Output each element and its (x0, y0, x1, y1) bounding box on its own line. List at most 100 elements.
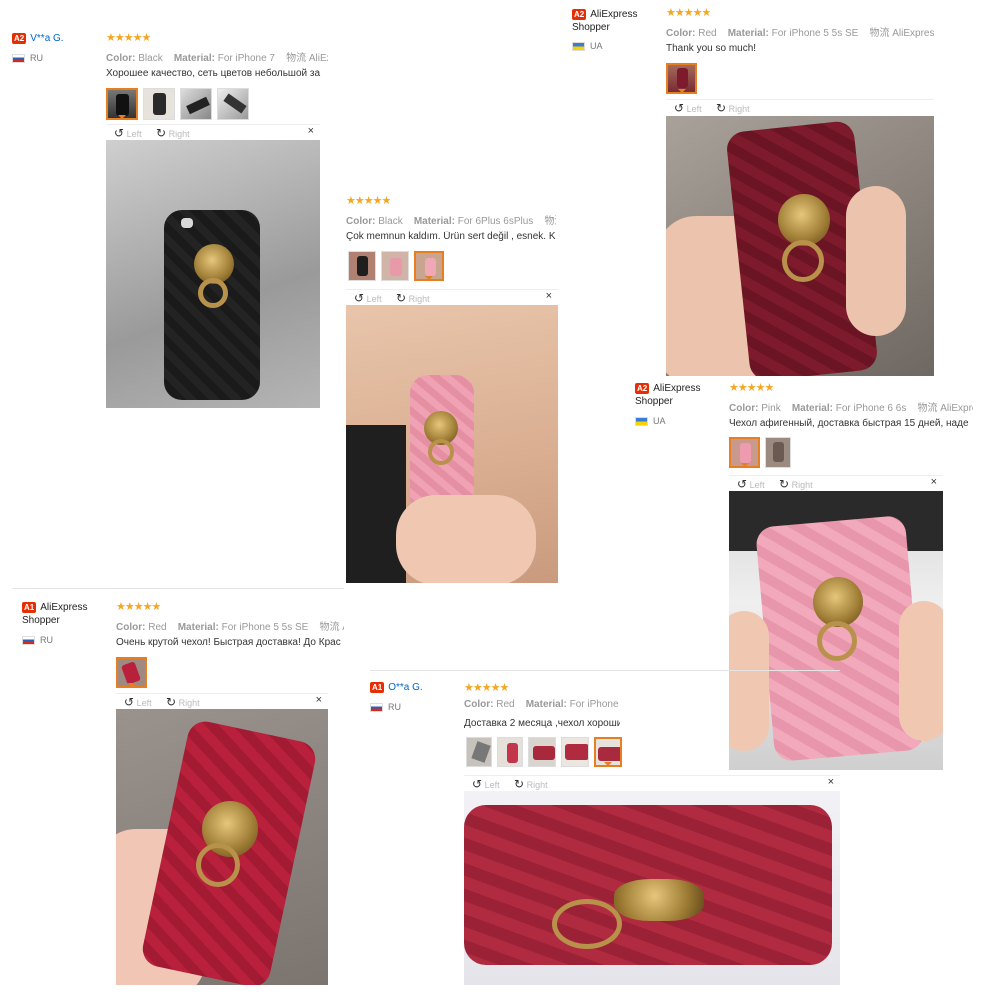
rotate-right-button[interactable]: ↻ Right (779, 477, 813, 491)
rotate-left-button[interactable]: ↺ Left (674, 101, 702, 115)
image-toolbar: ↺ Left ↻ Right × (464, 775, 840, 791)
reviewer-country: UA (635, 416, 666, 427)
review-card: A2 AliExpress Shopper UA ★★★★★ Color: Red… (560, 0, 940, 380)
rotate-left-icon: ↺ (674, 101, 685, 115)
review-meta: Color: Red Material: For iPhone 5 5s SE … (666, 24, 934, 39)
photo-thumbnail[interactable] (528, 737, 557, 767)
lion-head-ornament (778, 194, 830, 246)
rotate-left-button[interactable]: ↺ Left (737, 477, 765, 491)
logistics-value: 物流 AliExpres (917, 403, 973, 414)
rotate-right-label: Right (168, 129, 190, 139)
reviewer-name[interactable]: V**a G. (30, 33, 63, 44)
review-photo (666, 116, 934, 376)
rotate-right-icon: ↻ (396, 291, 407, 305)
review-card: A1 O**a G. RU ★★★★★ Color: Red Material: … (370, 670, 840, 991)
image-toolbar: ↺ Left ↻ Right × (346, 289, 558, 305)
review-meta: Color: Red Material: For iPhone 5 5s SE … (116, 618, 344, 633)
ring-holder (196, 843, 240, 887)
reviewer-name[interactable]: O**a G. (388, 682, 422, 693)
thumbnail-strip (116, 657, 147, 688)
image-toolbar: ↺ Left ↻ Right × (729, 475, 943, 491)
close-icon[interactable]: × (316, 694, 322, 706)
rotate-right-label: Right (791, 480, 813, 490)
material-label: Material: (727, 28, 769, 39)
image-toolbar: ↺ Left ↻ Right × (116, 693, 328, 709)
review-photo (346, 305, 558, 583)
photo-thumbnail[interactable] (466, 737, 493, 767)
hand (846, 186, 906, 336)
thumbnail-strip (729, 437, 791, 468)
photo-thumbnail[interactable] (116, 657, 147, 688)
ring-holder (428, 439, 454, 465)
material-label: Material: (173, 53, 215, 64)
color-value: Red (698, 28, 717, 39)
close-icon[interactable]: × (308, 125, 314, 137)
photo-thumbnail[interactable] (729, 437, 760, 468)
photo-thumbnail[interactable] (381, 251, 409, 281)
photo-thumbnail[interactable] (593, 737, 622, 767)
photo-thumbnail[interactable] (497, 737, 524, 767)
color-label: Color: (346, 216, 376, 227)
rotate-right-button[interactable]: ↻ Right (396, 291, 430, 305)
star-rating: ★★★★★ (729, 382, 774, 394)
material-label: Material: (177, 622, 219, 633)
review-card: A1 AliExpress Shopper RU ★★★★★ Color: Red… (12, 588, 344, 989)
material-label: Material: (791, 403, 833, 414)
photo-thumbnail[interactable] (561, 737, 589, 767)
close-icon[interactable]: × (828, 776, 834, 788)
rotate-left-label: Left (484, 780, 500, 790)
logistics-value: 物流 Alil (319, 622, 344, 633)
rotate-right-button[interactable]: ↻ Right (156, 126, 190, 140)
logistics-value: 物流 AliExp (286, 53, 328, 64)
country-code: RU (30, 53, 43, 63)
ring-holder (782, 240, 824, 282)
review-text: Хорошее качество, сеть цветов небольшой … (106, 68, 321, 79)
close-icon[interactable]: × (931, 476, 937, 488)
color-label: Color: (464, 699, 494, 710)
close-icon[interactable]: × (546, 290, 552, 302)
rotate-left-label: Left (136, 698, 152, 708)
star-rating: ★★★★★ (464, 682, 509, 694)
camera-cutout (181, 218, 193, 228)
review-card: ★★★★★ Color: Black Material: For 6Plus 6… (340, 185, 562, 585)
rotate-left-button[interactable]: ↺ Left (114, 126, 142, 140)
rotate-left-label: Left (126, 129, 142, 139)
photo-thumbnail[interactable] (143, 88, 175, 120)
rotate-right-icon: ↻ (166, 695, 177, 709)
photo-thumbnail[interactable] (106, 88, 138, 120)
review-meta: Color: Black Material: For 6Plus 6sPlus … (346, 212, 556, 227)
thumbnail-strip (348, 251, 444, 281)
country-code: UA (590, 41, 603, 51)
rotate-left-button[interactable]: ↺ Left (124, 695, 152, 709)
photo-thumbnail[interactable] (348, 251, 376, 281)
country-code: UA (653, 416, 666, 426)
ua-flag-icon (635, 417, 648, 427)
rotate-left-button[interactable]: ↺ Left (472, 777, 500, 791)
lion-head-ornament (813, 577, 863, 627)
ru-flag-icon (22, 636, 35, 646)
material-value: For iPhone 6 6s (835, 403, 907, 414)
rotate-right-button[interactable]: ↻ Right (716, 101, 750, 115)
logistics-value: 物流 AliExpress S (869, 28, 934, 39)
material-value: For 6Plus 6sPlus (457, 216, 534, 227)
material-label: Material: (413, 216, 455, 227)
thumbnail-strip (106, 88, 249, 120)
rotate-right-icon: ↻ (716, 101, 727, 115)
ring-holder (198, 278, 228, 308)
color-value: Black (138, 53, 163, 64)
rotate-right-button[interactable]: ↻ Right (514, 777, 548, 791)
color-value: Black (378, 216, 403, 227)
country-code: RU (388, 702, 401, 712)
material-label: Material: (525, 699, 567, 710)
rotate-right-icon: ↻ (514, 777, 525, 791)
reviewer-info: A1 AliExpress Shopper (22, 601, 112, 627)
rotate-left-button[interactable]: ↺ Left (354, 291, 382, 305)
level-badge: A1 (22, 602, 37, 613)
photo-thumbnail[interactable] (217, 88, 249, 120)
rotate-right-button[interactable]: ↻ Right (166, 695, 200, 709)
photo-thumbnail[interactable] (414, 251, 444, 281)
photo-thumbnail[interactable] (666, 63, 697, 94)
photo-thumbnail[interactable] (765, 437, 791, 468)
photo-thumbnail[interactable] (180, 88, 212, 120)
image-toolbar: ↺ Left ↻ Right (666, 99, 934, 115)
